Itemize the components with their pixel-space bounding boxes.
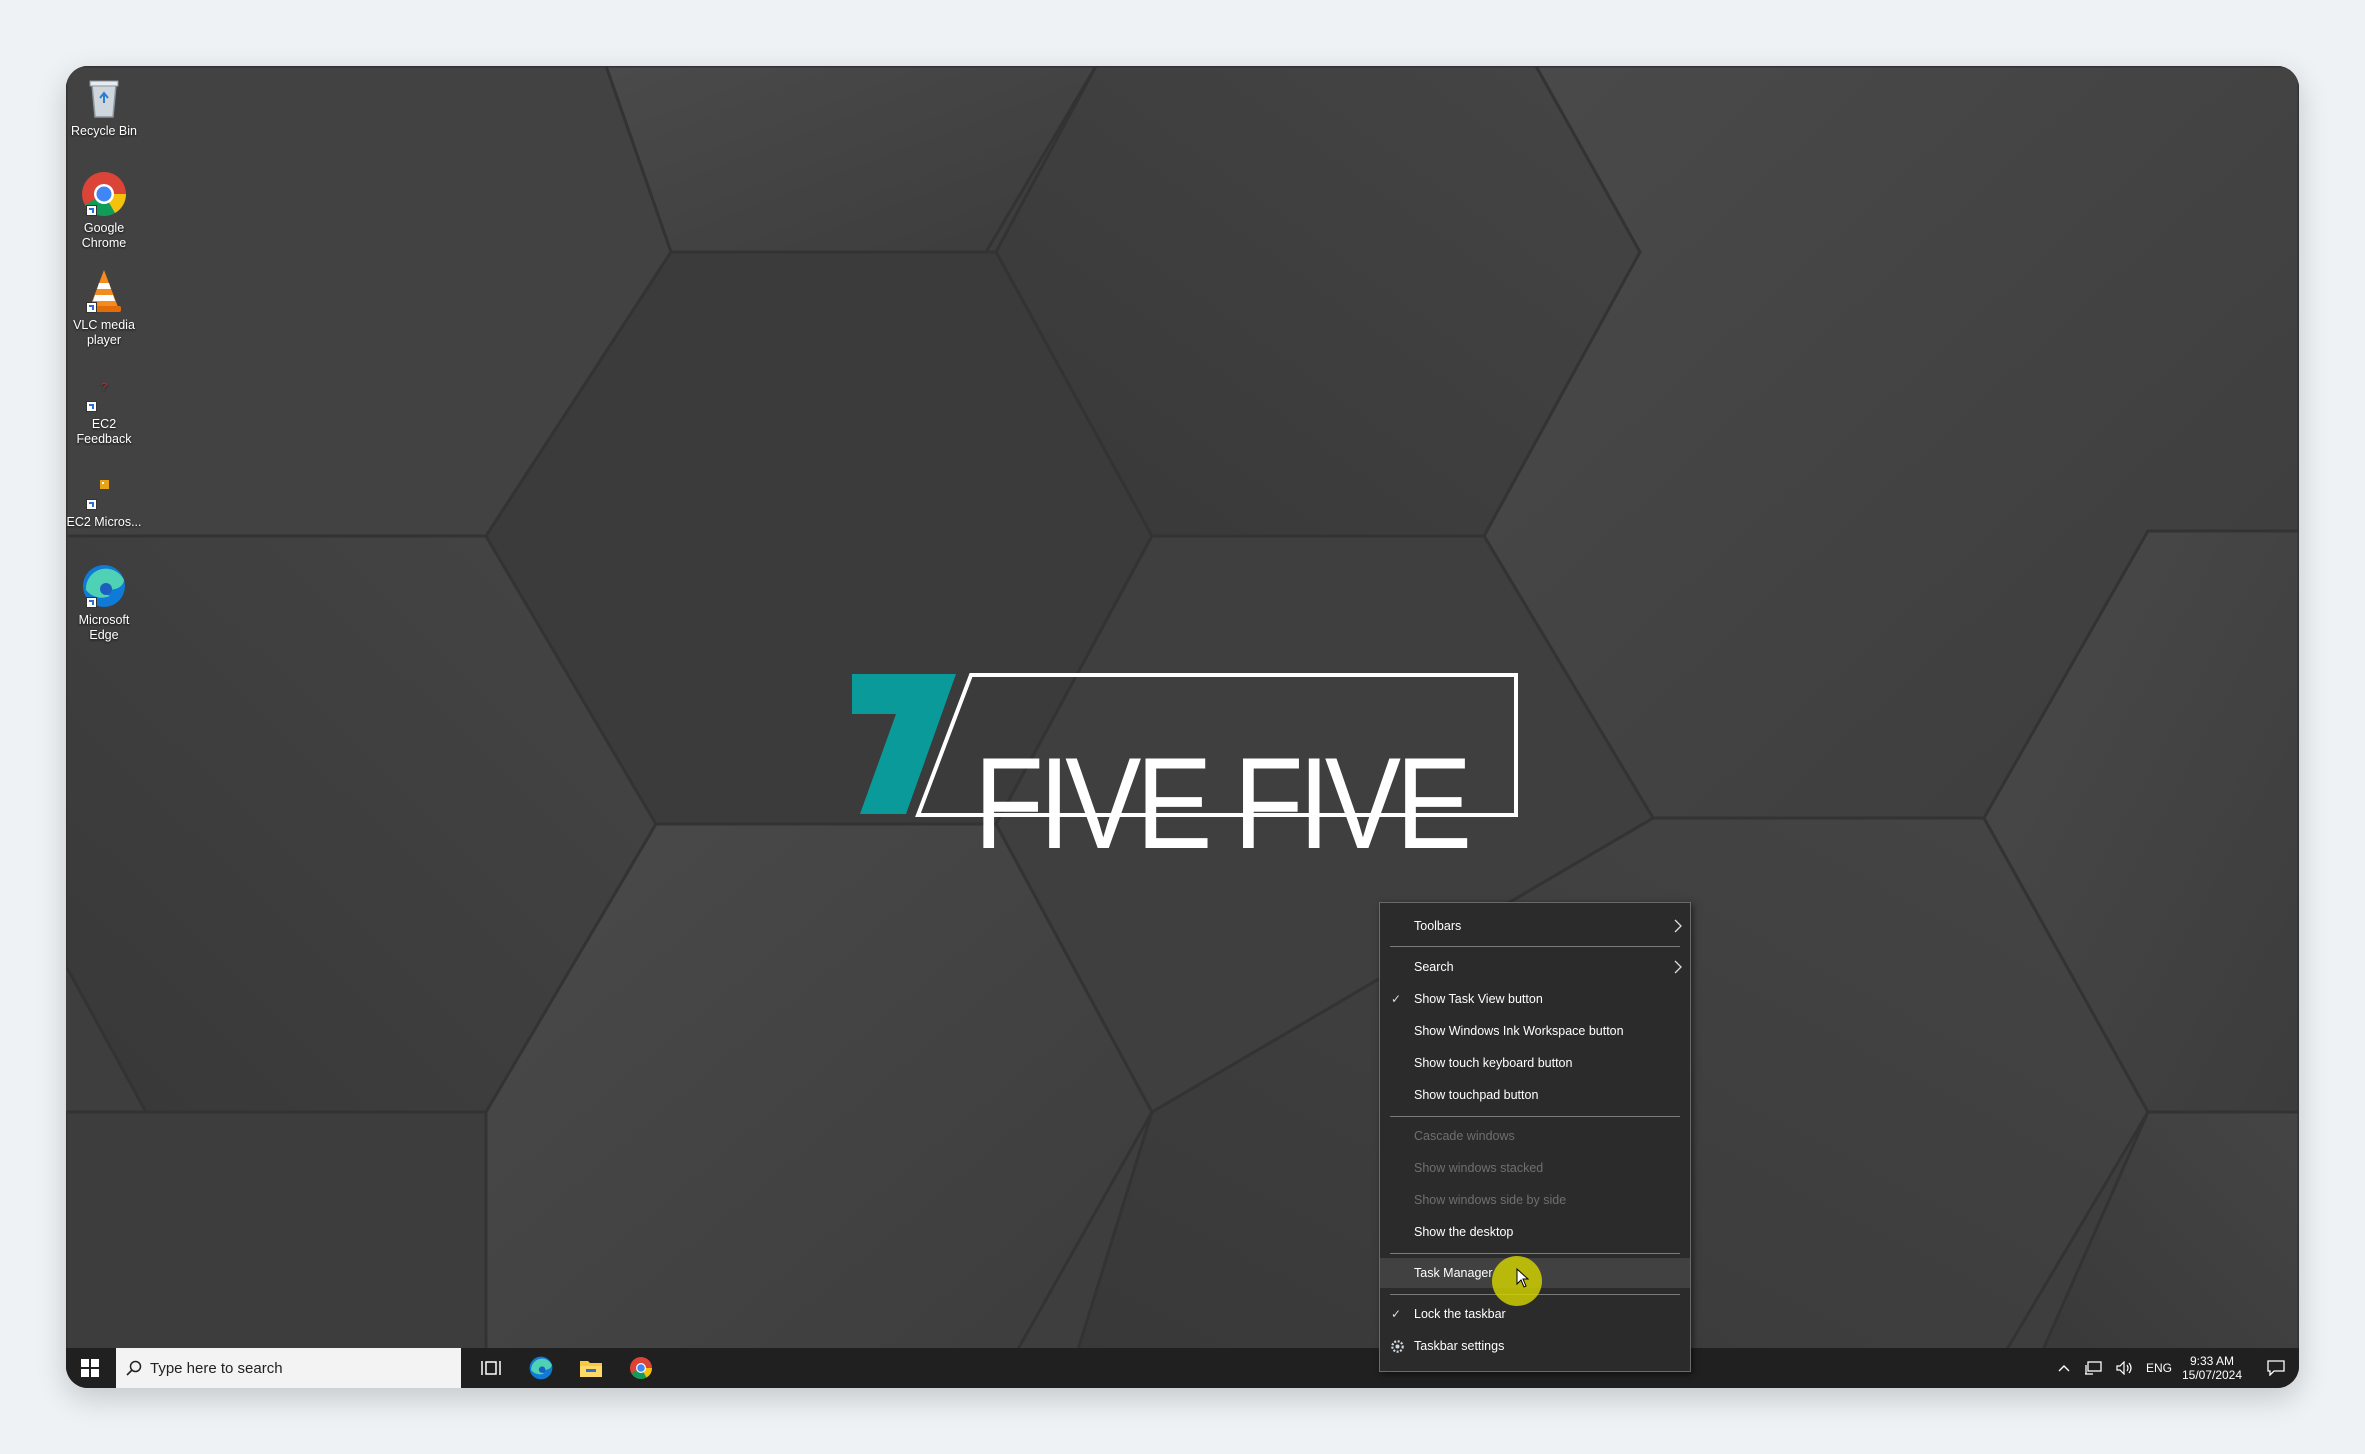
- file-explorer-icon: [580, 1361, 602, 1377]
- menu-item-label: Toolbars: [1414, 919, 1462, 933]
- desktop-icon-label: Recycle Bin: [71, 124, 137, 138]
- clock-date: 15/07/2024: [2181, 1368, 2243, 1382]
- menu-item-show-ink-workspace[interactable]: Show Windows Ink Workspace button: [1380, 1016, 1690, 1046]
- shortcut-arrow-icon: [86, 597, 97, 608]
- chevron-right-icon: [1674, 919, 1682, 933]
- chrome-icon: [80, 170, 128, 218]
- desktop-screen: FIVE FIVE Recycle Bin Google Chrome VLC …: [66, 66, 2299, 1388]
- menu-item-show-windows-stacked: Show windows stacked: [1380, 1153, 1690, 1183]
- start-button[interactable]: [66, 1348, 114, 1388]
- speaker-icon: [2116, 1361, 2132, 1375]
- clock-time: 9:33 AM: [2189, 1354, 2235, 1368]
- desktop-icon-ec2-feedback[interactable]: ? EC2 Feedback: [66, 378, 142, 447]
- shortcut-arrow-icon: [86, 499, 97, 510]
- network-button[interactable]: [2078, 1348, 2108, 1388]
- volume-button[interactable]: [2110, 1348, 2140, 1388]
- taskbar: Type here to search ENG 9:33 AM 15/07/20…: [66, 1348, 2299, 1388]
- menu-item-lock-the-taskbar[interactable]: ✓ Lock the taskbar: [1380, 1299, 1690, 1329]
- desktop-icon-recycle-bin[interactable]: Recycle Bin: [66, 73, 142, 139]
- desktop-icon-ec2-microsoft[interactable]: EC2 Micros...: [66, 476, 142, 530]
- desktop-icon-label: VLC media player: [73, 318, 135, 347]
- checkmark-icon: ✓: [1391, 1307, 1402, 1321]
- windows-logo-icon: [81, 1359, 99, 1377]
- menu-item-label: Show touch keyboard button: [1414, 1056, 1573, 1070]
- menu-item-label: Show Task View button: [1414, 992, 1543, 1006]
- gear-icon: [1391, 1340, 1404, 1353]
- search-placeholder: Type here to search: [150, 1359, 283, 1377]
- chevron-right-icon: [1674, 960, 1682, 974]
- menu-item-label: Show windows stacked: [1414, 1161, 1544, 1175]
- chrome-icon: [630, 1357, 652, 1379]
- notification-icon: [2267, 1360, 2285, 1376]
- chevron-up-icon: [2058, 1365, 2070, 1372]
- taskbar-search-box[interactable]: Type here to search: [116, 1348, 461, 1388]
- input-language-indicator[interactable]: ENG: [2142, 1348, 2176, 1388]
- taskbar-file-explorer-button[interactable]: [566, 1348, 616, 1388]
- svg-text:?: ?: [101, 381, 107, 393]
- menu-item-label: Search: [1414, 960, 1454, 974]
- menu-item-label: Cascade windows: [1414, 1129, 1515, 1143]
- menu-separator: [1390, 1253, 1680, 1254]
- desktop-icon-label: Google Chrome: [81, 221, 127, 250]
- mouse-pointer-icon: [1516, 1268, 1530, 1288]
- shortcut-arrow-icon: [86, 302, 97, 313]
- desktop-icon-label: EC2 Feedback: [76, 417, 132, 446]
- ec2-microsoft-icon: [80, 476, 128, 512]
- menu-separator: [1390, 946, 1680, 947]
- desktop-icon-microsoft-edge[interactable]: Microsoft Edge: [66, 562, 142, 643]
- menu-item-label: Task Manager: [1414, 1266, 1493, 1280]
- desktop-icon-label: EC2 Micros...: [66, 515, 142, 529]
- taskbar-edge-button[interactable]: [516, 1348, 566, 1388]
- menu-item-label: Show Windows Ink Workspace button: [1414, 1024, 1624, 1038]
- menu-item-show-task-view[interactable]: ✓ Show Task View button: [1380, 984, 1690, 1014]
- shortcut-arrow-icon: [86, 205, 97, 216]
- menu-item-search[interactable]: Search: [1380, 952, 1690, 982]
- search-icon: [126, 1360, 142, 1376]
- menu-item-cascade-windows: Cascade windows: [1380, 1121, 1690, 1151]
- taskbar-chrome-button[interactable]: [616, 1348, 666, 1388]
- menu-separator: [1390, 1116, 1680, 1117]
- menu-item-taskbar-settings[interactable]: Taskbar settings: [1380, 1331, 1690, 1361]
- desktop-icon-label: Microsoft Edge: [78, 613, 130, 642]
- desktop-icon-google-chrome[interactable]: Google Chrome: [66, 170, 142, 251]
- menu-item-label: Lock the taskbar: [1414, 1307, 1506, 1321]
- show-hidden-icons-button[interactable]: [2051, 1348, 2077, 1388]
- wallpaper: [66, 66, 2299, 1388]
- action-center-button[interactable]: [2256, 1348, 2296, 1388]
- menu-item-show-windows-side-by-side: Show windows side by side: [1380, 1185, 1690, 1215]
- edge-icon: [80, 562, 128, 610]
- clock[interactable]: 9:33 AM 15/07/2024: [2178, 1348, 2246, 1388]
- wallpaper-logo-text: FIVE FIVE: [974, 730, 1472, 876]
- vlc-icon: [80, 267, 128, 315]
- shortcut-arrow-icon: [86, 401, 97, 412]
- menu-item-toolbars[interactable]: Toolbars: [1380, 911, 1690, 941]
- menu-item-label: Show the desktop: [1414, 1225, 1514, 1239]
- desktop-icon-vlc[interactable]: VLC media player: [66, 267, 142, 348]
- network-icon: [2085, 1361, 2102, 1375]
- task-view-icon: [481, 1361, 501, 1375]
- menu-item-label: Show windows side by side: [1414, 1193, 1567, 1207]
- ec2-feedback-icon: ?: [80, 378, 128, 414]
- taskbar-context-menu: Toolbars Search ✓ Show Task View button …: [1379, 902, 1691, 1372]
- menu-item-show-touch-keyboard[interactable]: Show touch keyboard button: [1380, 1048, 1690, 1078]
- checkmark-icon: ✓: [1391, 992, 1402, 1006]
- menu-item-label: Taskbar settings: [1414, 1339, 1505, 1353]
- menu-item-show-touchpad[interactable]: Show touchpad button: [1380, 1080, 1690, 1110]
- menu-item-show-the-desktop[interactable]: Show the desktop: [1380, 1217, 1690, 1247]
- task-view-button[interactable]: [466, 1348, 516, 1388]
- edge-icon: [529, 1356, 553, 1380]
- recycle-bin-icon: [80, 73, 128, 121]
- menu-item-label: Show touchpad button: [1414, 1088, 1539, 1102]
